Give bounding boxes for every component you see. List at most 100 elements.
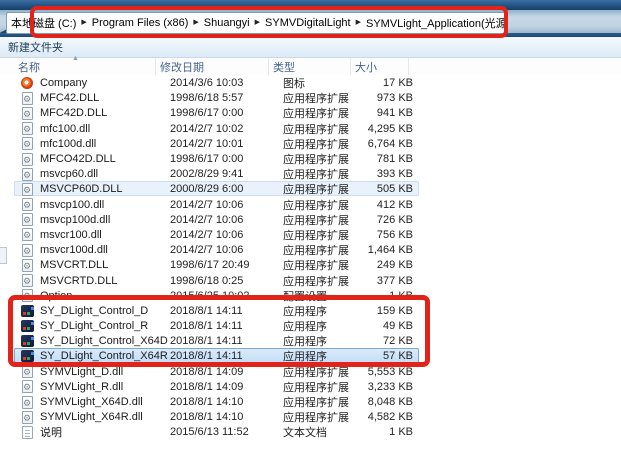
file-row[interactable]: mfc100.dll 2014/2/7 10:02 应用程序扩展 4,295 K… <box>0 121 621 136</box>
file-date-modified: 2018/8/1 14:10 <box>170 396 283 408</box>
file-list: Company 2014/3/6 10:03 图标 17 KB MFC42.DL… <box>0 75 621 440</box>
file-type: 应用程序扩展 <box>283 105 365 121</box>
file-name: MSVCRTD.DLL <box>40 275 170 287</box>
file-size: 756 KB <box>365 229 419 241</box>
file-name: msvcp60.dll <box>40 168 170 180</box>
column-header-type[interactable]: 类型 <box>269 58 351 75</box>
file-row[interactable]: MSVCRTD.DLL 1998/6/18 0:25 应用程序扩展 377 KB <box>0 272 621 287</box>
file-size: 57 KB <box>365 350 419 362</box>
file-row[interactable]: MFC42.DLL 1998/6/18 5:57 应用程序扩展 973 KB <box>0 90 621 105</box>
file-date-modified: 1998/6/18 0:25 <box>170 275 283 287</box>
file-type: 应用程序扩展 <box>283 136 365 152</box>
file-type: 应用程序 <box>283 348 365 364</box>
column-header-date-modified[interactable]: 修改日期 <box>156 58 269 75</box>
file-row[interactable]: SYMVLight_D.dll 2018/8/1 14:09 应用程序扩展 5,… <box>0 364 621 379</box>
column-header-type-label: 类型 <box>273 59 295 75</box>
file-name: SY_DLight_Control_X64D <box>40 335 170 347</box>
file-name: SYMVLight_D.dll <box>40 366 170 378</box>
file-row[interactable]: SYMVLight_X64R.dll 2018/8/1 14:10 应用程序扩展… <box>0 409 621 424</box>
file-name: MFC42D.DLL <box>40 107 170 119</box>
breadcrumb-segment-program-files[interactable]: Program Files (x86) <box>88 17 193 29</box>
file-type: 应用程序扩展 <box>283 166 365 182</box>
file-row[interactable]: msvcp100d.dll 2014/2/7 10:06 应用程序扩展 726 … <box>0 212 621 227</box>
column-header-name-label: 名称 <box>18 59 40 75</box>
file-size: 377 KB <box>365 275 419 287</box>
file-date-modified: 2014/2/7 10:02 <box>170 123 283 135</box>
file-date-modified: 2018/8/1 14:11 <box>170 350 283 362</box>
file-row[interactable]: msvcp100.dll 2014/2/7 10:06 应用程序扩展 412 K… <box>0 197 621 212</box>
column-header-name[interactable]: 名称 ▲ <box>0 58 156 75</box>
dll-icon <box>22 92 33 105</box>
file-date-modified: 2000/8/29 6:00 <box>170 183 283 195</box>
file-row[interactable]: MSVCRT.DLL 1998/6/17 20:49 应用程序扩展 249 KB <box>0 257 621 272</box>
new-folder-button[interactable]: 新建文件夹 <box>8 39 63 55</box>
file-type: 应用程序 <box>283 333 365 349</box>
file-row[interactable]: 说明 2015/6/13 11:52 文本文档 1 KB <box>0 424 621 439</box>
dll-icon <box>22 244 33 257</box>
file-date-modified: 2018/8/1 14:11 <box>170 305 283 317</box>
dll-icon <box>22 183 33 196</box>
file-name: msvcr100d.dll <box>40 244 170 256</box>
dll-icon <box>22 213 33 226</box>
file-size: 17 KB <box>365 77 419 89</box>
app-icon <box>21 335 34 347</box>
column-header-filler <box>409 58 621 75</box>
column-header-size[interactable]: 大小 <box>351 58 409 75</box>
file-size: 4,295 KB <box>365 123 419 135</box>
file-name: msvcr100.dll <box>40 229 170 241</box>
file-size: 3,233 KB <box>365 381 419 393</box>
file-row[interactable]: MFCO42D.DLL 1998/6/17 0:00 应用程序扩展 781 KB <box>0 151 621 166</box>
dll-icon <box>22 380 33 393</box>
file-type: 应用程序扩展 <box>283 394 365 410</box>
file-size: 1,464 KB <box>365 244 419 256</box>
file-size: 1 KB <box>365 426 419 438</box>
file-row[interactable]: MSVCP60D.DLL 2000/8/29 6:00 应用程序扩展 505 K… <box>0 181 621 196</box>
file-name: msvcp100.dll <box>40 199 170 211</box>
breadcrumb-segment-symvdigitallight[interactable]: SYMVDigitalLight <box>261 17 355 29</box>
file-type: 应用程序扩展 <box>283 197 365 213</box>
file-row[interactable]: MFC42D.DLL 1998/6/17 0:00 应用程序扩展 941 KB <box>0 105 621 120</box>
app-icon <box>21 320 34 332</box>
dll-icon <box>22 153 33 166</box>
sort-ascending-icon: ▲ <box>72 55 79 62</box>
file-date-modified: 2015/6/25 10:02 <box>170 290 283 302</box>
file-date-modified: 2018/8/1 14:11 <box>170 335 283 347</box>
file-name: MSVCRT.DLL <box>40 259 170 271</box>
file-name: SYMVLight_X64R.dll <box>40 411 170 423</box>
file-type: 应用程序扩展 <box>283 90 365 106</box>
file-size: 1 KB <box>365 290 419 302</box>
file-row[interactable]: msvcr100d.dll 2014/2/7 10:06 应用程序扩展 1,46… <box>0 242 621 257</box>
file-type: 应用程序 <box>283 303 365 319</box>
breadcrumb-segment-application[interactable]: SYMVLight_Application(光源控制器测试程序) <box>362 15 508 31</box>
file-size: 726 KB <box>365 214 419 226</box>
dll-icon <box>22 228 33 241</box>
breadcrumb-segment-drive[interactable]: 本地磁盘 (C:) <box>7 15 80 31</box>
breadcrumb-separator-icon: ▶ <box>355 18 362 26</box>
file-row[interactable]: msvcr100.dll 2014/2/7 10:06 应用程序扩展 756 K… <box>0 227 621 242</box>
file-date-modified: 2018/8/1 14:09 <box>170 366 283 378</box>
file-row[interactable]: SY_DLight_Control_R 2018/8/1 14:11 应用程序 … <box>0 318 621 333</box>
cropped-pane-fragment <box>0 247 7 264</box>
file-type: 应用程序扩展 <box>283 257 365 273</box>
breadcrumb-separator-icon: ▶ <box>192 18 199 26</box>
file-row[interactable]: SY_DLight_Control_X64D 2018/8/1 14:11 应用… <box>0 333 621 348</box>
file-type: 应用程序 <box>283 318 365 334</box>
file-row[interactable]: SYMVLight_X64D.dll 2018/8/1 14:10 应用程序扩展… <box>0 394 621 409</box>
app-icon <box>21 350 34 362</box>
file-row[interactable]: SY_DLight_Control_D 2018/8/1 14:11 应用程序 … <box>0 303 621 318</box>
file-row[interactable]: Company 2014/3/6 10:03 图标 17 KB <box>0 75 621 90</box>
file-size: 393 KB <box>365 168 419 180</box>
breadcrumb-segment-shuangyi[interactable]: Shuangyi <box>200 17 254 29</box>
breadcrumb[interactable]: 本地磁盘 (C:) ▶ Program Files (x86) ▶ Shuang… <box>6 12 508 34</box>
file-row[interactable]: SY_DLight_Control_X64R 2018/8/1 14:11 应用… <box>0 348 621 363</box>
dll-icon <box>22 396 33 409</box>
file-row[interactable]: mfc100d.dll 2014/2/7 10:01 应用程序扩展 6,764 … <box>0 136 621 151</box>
file-size: 781 KB <box>365 153 419 165</box>
file-type: 应用程序扩展 <box>283 409 365 425</box>
file-row[interactable]: Option 2015/6/25 10:02 配置设置 1 KB <box>0 288 621 303</box>
dll-icon <box>22 411 33 424</box>
file-row[interactable]: SYMVLight_R.dll 2018/8/1 14:09 应用程序扩展 3,… <box>0 379 621 394</box>
column-header-row: 名称 ▲ 修改日期 类型 大小 <box>0 58 621 75</box>
file-size: 49 KB <box>365 320 419 332</box>
file-row[interactable]: msvcp60.dll 2002/8/29 9:41 应用程序扩展 393 KB <box>0 166 621 181</box>
